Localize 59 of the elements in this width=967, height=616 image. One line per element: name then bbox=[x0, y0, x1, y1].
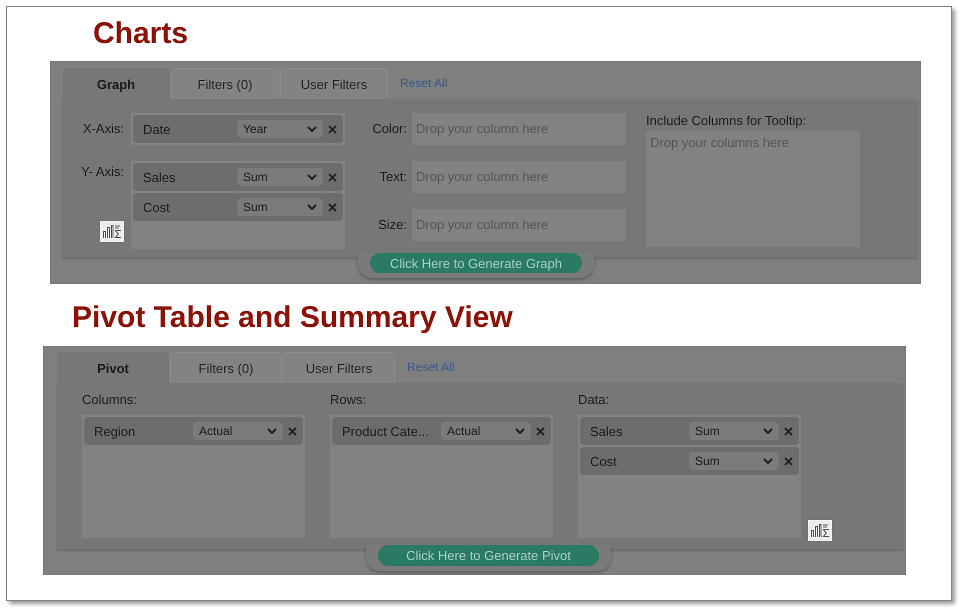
aggregation-select[interactable]: Sum bbox=[689, 452, 779, 470]
bars-sigma-icon[interactable] bbox=[100, 221, 124, 242]
drop-zone[interactable]: Product Cate... Actual bbox=[330, 415, 553, 538]
field-name: Cost bbox=[143, 200, 171, 214]
generate-button[interactable]: Click Here to Generate Graph bbox=[370, 253, 582, 273]
close-icon[interactable] bbox=[288, 426, 297, 436]
field-name: Cost bbox=[590, 454, 618, 468]
aggregation-select[interactable]: Actual bbox=[441, 422, 531, 440]
tab[interactable]: Graph bbox=[62, 68, 170, 99]
close-icon[interactable] bbox=[328, 202, 337, 212]
aggregation-select[interactable]: Sum bbox=[689, 422, 779, 440]
chevron-down-icon[interactable] bbox=[515, 428, 525, 434]
encoding-label: Size: bbox=[377, 216, 407, 234]
section-heading: Pivot Table and Summary View bbox=[72, 301, 513, 335]
axis-label: X-Axis: bbox=[82, 120, 124, 138]
tab[interactable]: User Filters bbox=[280, 68, 388, 99]
close-icon[interactable] bbox=[328, 124, 337, 134]
tab[interactable]: Filters (0) bbox=[171, 68, 279, 99]
field-pill[interactable]: Sales Sum bbox=[133, 163, 343, 191]
field-pill[interactable]: Region Actual bbox=[84, 417, 303, 445]
field-pill[interactable]: Product Cate... Actual bbox=[332, 417, 551, 445]
section-heading: Charts bbox=[93, 17, 188, 51]
drop-zone[interactable]: Region Actual bbox=[82, 415, 305, 538]
field-name: Date bbox=[143, 122, 172, 136]
drop-zone[interactable]: Sales Sum Cost Sum bbox=[131, 161, 345, 249]
zone-label: Data: bbox=[578, 392, 610, 407]
chevron-down-icon[interactable] bbox=[307, 174, 317, 180]
tooltip-label: Include Columns for Tooltip: bbox=[646, 113, 806, 128]
field-pill[interactable]: Sales Sum bbox=[580, 417, 799, 445]
zone-label: Columns: bbox=[82, 392, 137, 407]
chevron-down-icon[interactable] bbox=[763, 428, 773, 434]
tab[interactable]: User Filters bbox=[283, 352, 395, 383]
close-icon[interactable] bbox=[536, 426, 545, 436]
encoding-label: Color: bbox=[371, 120, 407, 138]
drop-zone[interactable]: Sales Sum Cost Sum bbox=[578, 415, 801, 538]
chevron-down-icon[interactable] bbox=[763, 458, 773, 464]
bars-sigma-icon[interactable] bbox=[808, 520, 832, 541]
field-name: Sales bbox=[143, 170, 177, 184]
field-pill[interactable]: Cost Sum bbox=[580, 447, 799, 475]
chevron-down-icon[interactable] bbox=[307, 126, 317, 132]
tab[interactable]: Pivot bbox=[57, 352, 169, 383]
close-icon[interactable] bbox=[328, 172, 337, 182]
chevron-down-icon[interactable] bbox=[307, 204, 317, 210]
field-name: Sales bbox=[590, 424, 624, 438]
zone-label: Rows: bbox=[330, 392, 366, 407]
tab[interactable]: Filters (0) bbox=[170, 352, 282, 383]
field-name: Region bbox=[94, 424, 136, 438]
field-pill[interactable]: Cost Sum bbox=[133, 193, 343, 221]
encoding-label: Text: bbox=[378, 168, 407, 186]
chevron-down-icon[interactable] bbox=[267, 428, 277, 434]
field-name: Product Cate... bbox=[342, 424, 430, 438]
generate-button[interactable]: Click Here to Generate Pivot bbox=[378, 545, 599, 566]
aggregation-select[interactable]: Year bbox=[237, 120, 323, 138]
close-icon[interactable] bbox=[784, 426, 793, 436]
axis-label: Y- Axis: bbox=[81, 163, 124, 181]
aggregation-select[interactable]: Sum bbox=[237, 168, 323, 186]
close-icon[interactable] bbox=[784, 456, 793, 466]
aggregation-select[interactable]: Actual bbox=[193, 422, 283, 440]
aggregation-select[interactable]: Sum bbox=[237, 198, 323, 216]
